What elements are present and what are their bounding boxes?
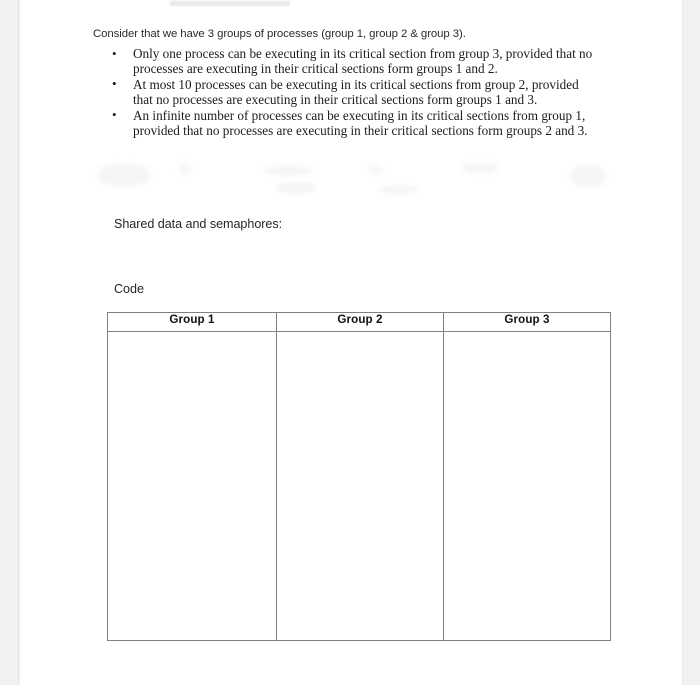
table-header-row: Group 1 Group 2 Group 3: [107, 312, 611, 332]
page-gutter-right: [685, 0, 700, 685]
intro-paragraph: Consider that we have 3 groups of proces…: [93, 28, 466, 41]
code-label: Code: [114, 282, 144, 296]
code-table: Group 1 Group 2 Group 3: [107, 312, 611, 641]
document-viewport: Consider that we have 3 groups of proces…: [0, 0, 700, 685]
table-header-group-3: Group 3: [443, 312, 611, 332]
page-content: Consider that we have 3 groups of proces…: [20, 0, 682, 685]
table-header-group-2: Group 2: [276, 312, 444, 332]
rule-text: At most 10 processes can be executing in…: [133, 76, 579, 108]
rule-text: An infinite number of processes can be e…: [133, 107, 588, 139]
bullet-icon: •: [112, 76, 117, 92]
rules-list: • Only one process can be executing in i…: [108, 46, 600, 139]
document-page: Consider that we have 3 groups of proces…: [20, 0, 682, 685]
bullet-icon: •: [112, 45, 117, 61]
clipped-text-remnant: [170, 1, 290, 6]
table-cell-group-2[interactable]: [276, 331, 444, 641]
list-item: • An infinite number of processes can be…: [108, 107, 600, 139]
table-cell-group-1[interactable]: [107, 331, 277, 641]
bullet-icon: •: [112, 107, 117, 123]
scan-noise-artifact: [80, 160, 640, 206]
table-row: [107, 331, 611, 641]
table-cell-group-3[interactable]: [443, 331, 611, 641]
rule-text: Only one process can be executing in its…: [133, 46, 593, 77]
shared-data-label: Shared data and semaphores:: [114, 217, 283, 231]
table-header-group-1: Group 1: [107, 312, 277, 332]
list-item: • At most 10 processes can be executing …: [108, 76, 600, 108]
page-gutter-left: [0, 0, 18, 685]
list-item: • Only one process can be executing in i…: [108, 45, 600, 77]
